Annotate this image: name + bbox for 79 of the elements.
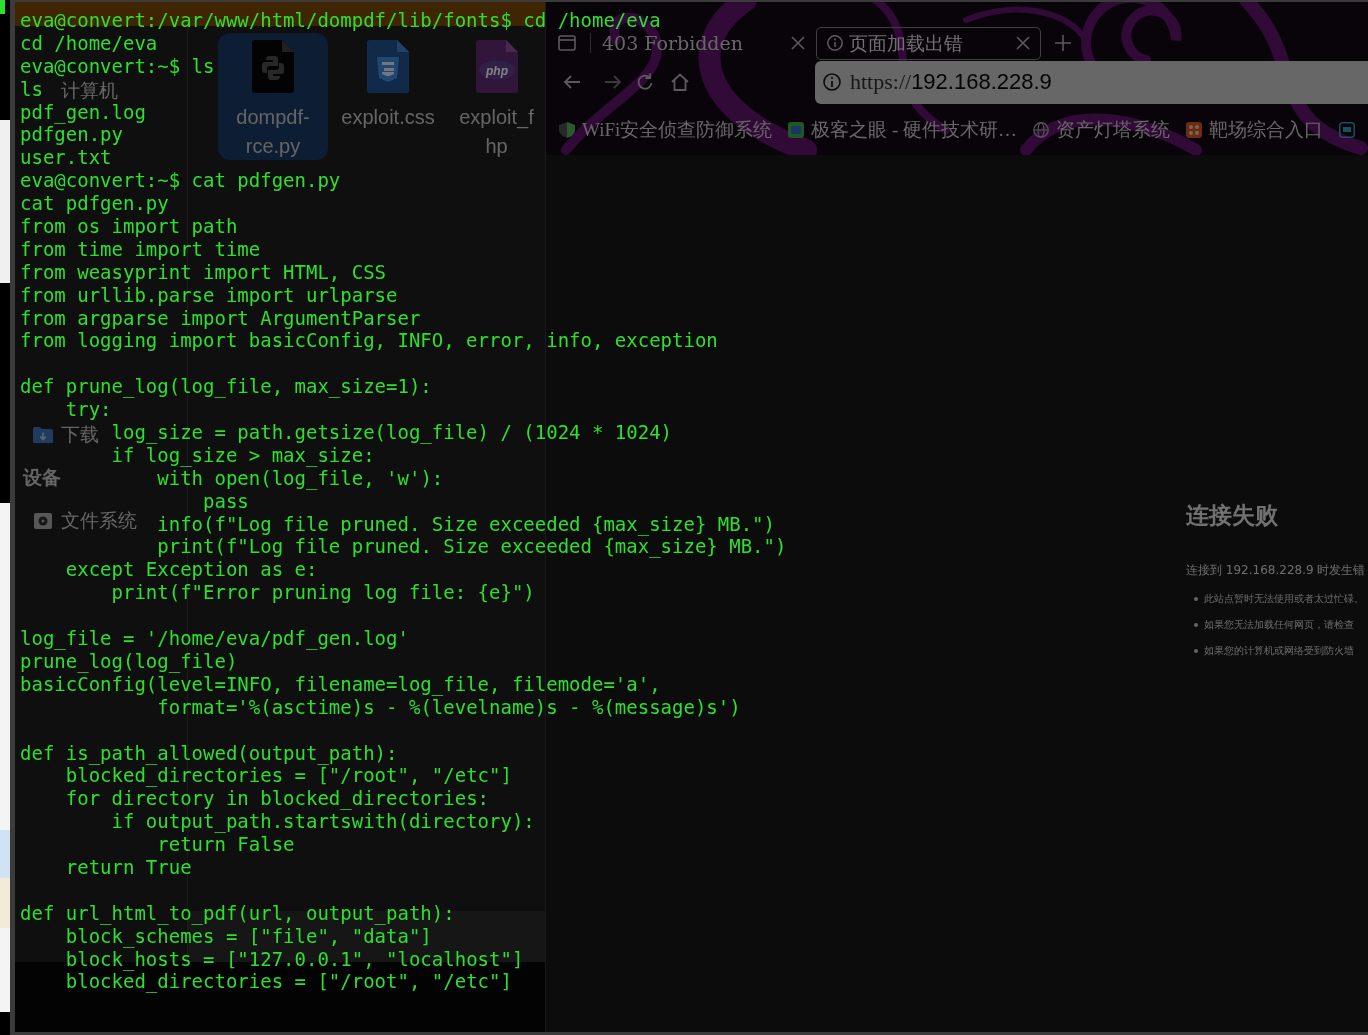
php-file-icon: php — [475, 40, 518, 93]
terminal-line: except Exception as e: — [65, 558, 318, 581]
terminal-line: if output_path.startswith(directory): — [111, 810, 535, 833]
terminal-line: from argparse import ArgumentParser — [20, 306, 421, 329]
terminal-line: from urllib.parse import urlparse — [20, 283, 398, 306]
terminal-line: block_schemes = ["file", "data"] — [65, 924, 432, 947]
sidebar-item[interactable]: 计算机 — [61, 81, 118, 100]
bookmark[interactable]: 靶场综合入口 — [1186, 116, 1324, 143]
terminal-line: def prune_log(log_file, max_size=1): — [20, 375, 432, 398]
reload-icon[interactable] — [636, 73, 654, 91]
bookmark[interactable]: 极客之眼 - 硬件技术研… — [788, 116, 1018, 143]
python-file-icon — [252, 40, 294, 93]
window-icon[interactable] — [558, 35, 576, 51]
terminal-line: print(f"Log file pruned. Size exceeded {max_size} MB.") — [157, 535, 787, 558]
bullet-icon — [1194, 623, 1198, 627]
info-icon — [827, 35, 843, 51]
terminal-line: basicConfig(level=INFO, filename=log_file, filemode='a', — [20, 672, 661, 695]
terminal-line: from os import path — [20, 215, 238, 237]
terminal-line: eva@convert:~$ ls — [20, 54, 215, 77]
terminal-line: def is_path_allowed(output_path): — [20, 741, 398, 764]
close-icon[interactable] — [1016, 36, 1030, 50]
terminal-line: blocked_directories = ["/root", "/etc"] — [65, 764, 512, 787]
file-item[interactable]: exploit.css — [333, 33, 443, 160]
shield-icon — [559, 121, 575, 138]
terminal-line: from logging import basicConfig, INFO, error, info, exception — [20, 329, 718, 352]
terminal-line: with open(log_file, 'w'): — [157, 466, 444, 489]
terminal-line: if log_size > max_size: — [111, 443, 375, 466]
sidebar-item[interactable]: 下载 — [33, 425, 99, 444]
terminal-line: block_hosts = ["127.0.0.1", "localhost"] — [65, 947, 524, 970]
download-folder-icon — [33, 426, 53, 443]
error-hint: 如果您的计算机或网络受到防火墙 — [1204, 644, 1354, 658]
terminal-line: for directory in blocked_directories: — [65, 787, 489, 810]
drive-icon — [33, 512, 53, 529]
back-arrow-icon[interactable] — [563, 73, 581, 91]
file-item[interactable]: dompdf- rce.py — [218, 33, 328, 160]
terminal-line: prune_log(log_file) — [20, 649, 238, 672]
terminal-line: from weasyprint import HTML, CSS — [20, 260, 387, 283]
terminal-line: pass — [203, 489, 249, 512]
close-icon[interactable] — [791, 36, 805, 50]
terminal-line: try: — [65, 398, 112, 421]
terminal-line: blocked_directories = ["/root", "/etc"] — [65, 970, 512, 993]
forward-arrow-icon[interactable] — [604, 73, 622, 91]
terminal-line: log_size = path.getsize(log_file) / (1024 * 1024) — [111, 421, 673, 444]
plus-icon[interactable] — [1055, 35, 1071, 51]
terminal-line: format='%(asctime)s - %(levelname)s - %(message)s') — [157, 695, 741, 718]
terminal-line: def url_html_to_pdf(url, output_path): — [20, 901, 455, 924]
globe-icon — [1033, 121, 1050, 138]
bookmark[interactable]: 资产灯塔系统 — [1033, 116, 1171, 143]
terminal-line: eva@convert:~$ cat pdfgen.py — [20, 169, 341, 192]
css-file-icon — [367, 40, 409, 93]
terminal-line: pdf_gen.log — [20, 100, 146, 123]
error-hint: 此站点暂时无法使用或者太过忙碌。 — [1204, 592, 1364, 606]
bookmark[interactable]: WiFi安全侦查防御系统 — [559, 116, 773, 143]
home-icon[interactable] — [671, 73, 689, 91]
sidebar-heading: 设备 — [23, 468, 61, 487]
bullet-icon — [1194, 597, 1198, 601]
terminal-line: return False — [157, 833, 295, 856]
error-message: 连接到 192.168.228.9 时发生错 — [1186, 562, 1367, 578]
sidebar-item[interactable]: 文件系统 — [33, 511, 137, 530]
info-icon — [823, 73, 841, 91]
tab[interactable]: 页面加载出错 — [816, 26, 1041, 60]
terminal-line: ls — [20, 77, 43, 100]
address-field[interactable]: https://192.168.228.9 — [815, 60, 1368, 104]
bullet-icon — [1194, 649, 1198, 653]
terminal-line: log_file = '/home/eva/pdf_gen.log' — [20, 627, 409, 650]
terminal-line: info(f"Log file pruned. Size exceeded {max_size} MB.") — [157, 512, 775, 535]
error-title: 连接失败 — [1186, 501, 1279, 530]
file-item[interactable]: php exploit_f hp — [448, 33, 545, 160]
terminal-line: pdfgen.py — [20, 123, 123, 146]
screen-icon[interactable] — [1339, 121, 1356, 138]
terminal-line: from time import time — [20, 237, 261, 260]
terminal-line: eva@convert:/var/www/html/dompdf/lib/fonts$ cd /home/eva — [20, 9, 661, 31]
terminal-line: cd /home/eva — [20, 31, 158, 54]
terminal-line: cat pdfgen.py — [20, 192, 169, 215]
terminal-line: user.txt — [20, 146, 112, 169]
error-hint: 如果您无法加载任何网页，请检查 — [1204, 618, 1354, 632]
tab[interactable]: 403 Forbidden — [591, 33, 816, 53]
terminal-line: return True — [65, 855, 192, 878]
terminal-line: print(f"Error pruning log file: {e}") — [111, 581, 535, 604]
